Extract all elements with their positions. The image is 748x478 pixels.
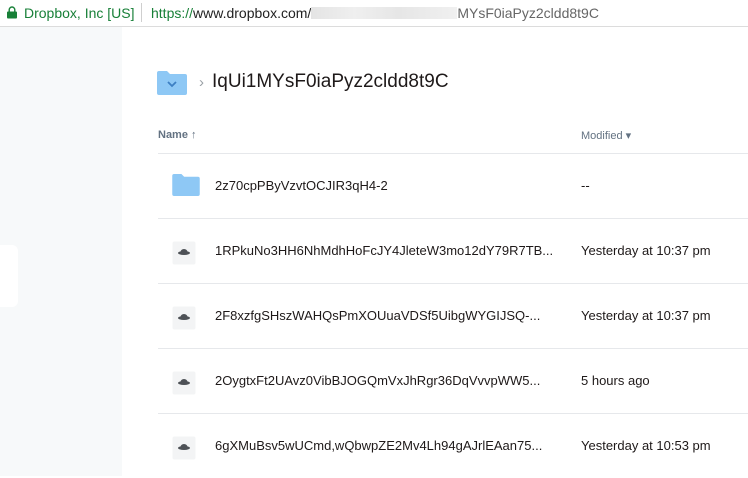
- file-icon: [172, 306, 196, 330]
- file-name[interactable]: 2OygtxFt2UAvz0VibBJOGQmVxJhRgr36DqVvvpWW…: [215, 373, 565, 388]
- modified-date: Yesterday at 10:53 pm: [581, 438, 711, 453]
- file-name[interactable]: 2F8xzfgSHszWAHQsPmXOUuaVDSf5UibgWYGIJSQ-…: [215, 308, 565, 323]
- chevron-right-icon: ›: [199, 74, 204, 91]
- file-icon: [172, 371, 196, 395]
- folder-icon: [172, 174, 200, 196]
- sidebar: [0, 27, 122, 476]
- column-header-name-label: Name: [158, 129, 188, 141]
- column-header-name[interactable]: Name ↑: [158, 129, 197, 141]
- address-divider: [141, 3, 142, 22]
- address-bar[interactable]: Dropbox, Inc [US] https://www.dropbox.co…: [0, 0, 748, 27]
- modified-date: Yesterday at 10:37 pm: [581, 308, 711, 323]
- modified-date: Yesterday at 10:37 pm: [581, 243, 711, 258]
- table-row[interactable]: 1RPkuNo3HH6NhMdhHoFcJY4JleteW3mo12dY79R7…: [122, 219, 748, 283]
- caret-down-icon: ▾: [625, 130, 632, 142]
- file-name[interactable]: 6gXMuBsv5wUCmd,wQbwpZE2Mv4Lh94gAJrlEAan7…: [215, 438, 565, 453]
- file-icon: [172, 436, 196, 460]
- url-redacted: [311, 7, 458, 19]
- sort-arrow-up-icon: ↑: [191, 129, 197, 141]
- modified-date: --: [581, 178, 590, 193]
- url-protocol: https://: [151, 5, 194, 21]
- file-browser: › IqUi1MYsF0iaPyz2cldd8t9C Name ↑ Modifi…: [122, 27, 748, 476]
- file-icon: [172, 241, 196, 265]
- page-title: IqUi1MYsF0iaPyz2cldd8t9C: [212, 71, 449, 92]
- lock-icon: [7, 6, 17, 19]
- folder-icon[interactable]: [157, 71, 187, 95]
- url-tail: MYsF0iaPyz2cldd8t9C: [457, 5, 599, 21]
- table-row[interactable]: 6gXMuBsv5wUCmd,wQbwpZE2Mv4Lh94gAJrlEAan7…: [122, 414, 748, 478]
- file-name[interactable]: 2z70cpPByVzvtOCJIR3qH4-2: [215, 178, 565, 193]
- column-header-modified[interactable]: Modified ▾: [581, 129, 631, 142]
- url-host: www.dropbox.com/: [193, 5, 312, 21]
- sidebar-marker: [0, 245, 18, 307]
- file-name[interactable]: 1RPkuNo3HH6NhMdhHoFcJY4JleteW3mo12dY79R7…: [215, 243, 565, 258]
- modified-date: 5 hours ago: [581, 373, 650, 388]
- table-row[interactable]: 2F8xzfgSHszWAHQsPmXOUuaVDSf5UibgWYGIJSQ-…: [122, 284, 748, 348]
- table-row[interactable]: 2OygtxFt2UAvz0VibBJOGQmVxJhRgr36DqVvvpWW…: [122, 349, 748, 413]
- column-header-modified-label: Modified: [581, 130, 623, 142]
- table-row[interactable]: 2z70cpPByVzvtOCJIR3qH4-2 --: [122, 154, 748, 218]
- site-identity[interactable]: Dropbox, Inc [US]: [24, 5, 135, 21]
- url-text[interactable]: https://www.dropbox.com/MYsF0iaPyz2cldd8…: [151, 5, 599, 21]
